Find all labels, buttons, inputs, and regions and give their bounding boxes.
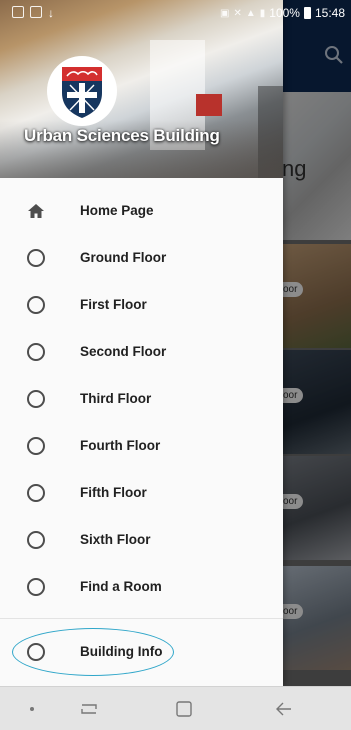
- menu-divider: [0, 618, 283, 619]
- circle-icon: [26, 342, 46, 362]
- menu-item-third-floor[interactable]: Third Floor: [0, 375, 283, 422]
- menu-item-sixth-floor[interactable]: Sixth Floor: [0, 516, 283, 563]
- checkbox-notification-icon: [30, 6, 42, 18]
- menu-item-first-floor[interactable]: First Floor: [0, 281, 283, 328]
- drawer-menu: Home Page Ground Floor First Floor Secon…: [0, 187, 283, 610]
- wifi-icon: ▲: [245, 7, 256, 19]
- header-photo-sign: [196, 94, 222, 116]
- menu-item-label: Fifth Floor: [80, 485, 147, 500]
- menu-item-label: Find a Room: [80, 579, 162, 594]
- status-bar: ↓ ▣ ✕ ▲ ▮ 100% 15:48: [0, 0, 351, 26]
- home-icon: [26, 201, 46, 221]
- download-arrow-icon: ↓: [48, 6, 54, 20]
- menu-item-label: Sixth Floor: [80, 532, 151, 547]
- mute-icon: ✕: [233, 7, 242, 19]
- menu-item-label: Third Floor: [80, 391, 152, 406]
- battery-icon: [303, 7, 311, 19]
- drawer-header: Urban Sciences Building: [0, 0, 283, 178]
- menu-item-label: Fourth Floor: [80, 438, 161, 453]
- building-name: Urban Sciences Building: [24, 126, 220, 145]
- system-navigation-bar: [0, 686, 351, 730]
- nfc-icon: ▣: [220, 7, 230, 19]
- menu-item-second-floor[interactable]: Second Floor: [0, 328, 283, 375]
- navigation-drawer: Urban Sciences Building Home Page Ground…: [0, 0, 283, 686]
- circle-icon: [26, 436, 46, 456]
- clock: 15:48: [314, 6, 345, 20]
- battery-percent: 100%: [269, 6, 300, 20]
- menu-item-label: Second Floor: [80, 344, 167, 359]
- system-icons: ▣ ✕ ▲ ▮ 100% 15:48: [220, 6, 345, 20]
- menu-item-fourth-floor[interactable]: Fourth Floor: [0, 422, 283, 469]
- menu-item-label: First Floor: [80, 297, 147, 312]
- back-arrow-icon[interactable]: [266, 687, 302, 730]
- circle-icon: [26, 577, 46, 597]
- dot-icon: [20, 687, 44, 730]
- home-button-icon[interactable]: [166, 687, 202, 730]
- circle-icon: [26, 483, 46, 503]
- circle-icon: [26, 248, 46, 268]
- recent-apps-icon[interactable]: [72, 687, 106, 730]
- university-crest-logo: [47, 56, 117, 126]
- menu-item-find-a-room[interactable]: Find a Room: [0, 563, 283, 610]
- menu-item-home-page[interactable]: Home Page: [0, 187, 283, 234]
- signal-icon: ▮: [259, 7, 266, 19]
- circle-icon: [26, 295, 46, 315]
- circle-icon: [26, 389, 46, 409]
- image-notification-icon: [12, 6, 24, 18]
- menu-item-ground-floor[interactable]: Ground Floor: [0, 234, 283, 281]
- menu-item-label: Home Page: [80, 203, 154, 218]
- circle-icon: [26, 530, 46, 550]
- highlight-ring: [12, 628, 174, 676]
- menu-item-label: Ground Floor: [80, 250, 167, 265]
- menu-item-fifth-floor[interactable]: Fifth Floor: [0, 469, 283, 516]
- notification-icons: ↓: [12, 6, 54, 20]
